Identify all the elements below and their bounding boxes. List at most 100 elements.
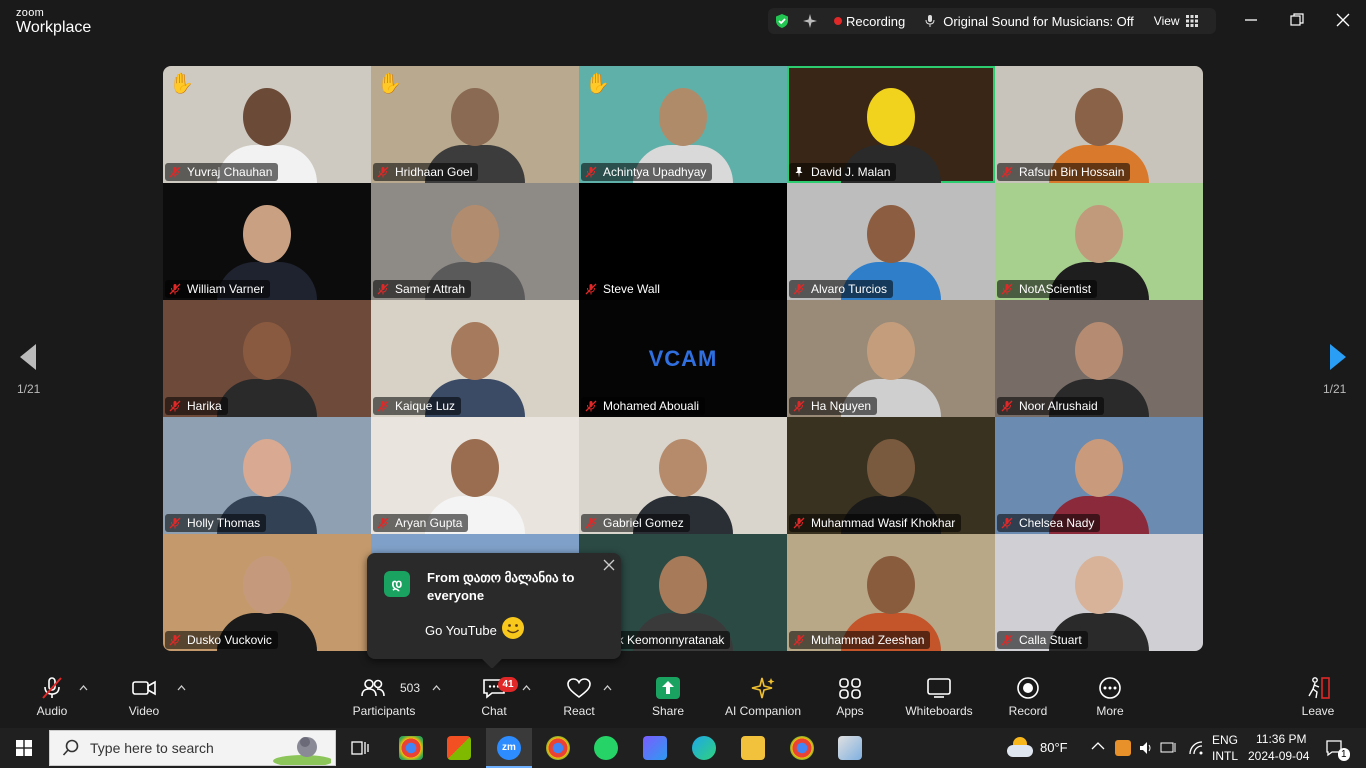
chrome-profile-1-icon[interactable] — [399, 736, 423, 760]
participant-tile[interactable]: Kaique Luz — [371, 300, 579, 417]
participant-tile[interactable]: VCAM Mohamed Abouali — [579, 300, 787, 417]
microsoft-store-icon[interactable] — [447, 736, 471, 760]
ai-companion-button[interactable]: AI Companion — [722, 676, 804, 718]
edge-icon[interactable] — [692, 736, 716, 760]
participant-tile[interactable]: ✋ Yuvraj Chauhan — [163, 66, 371, 183]
apps-button[interactable]: Apps — [834, 676, 866, 718]
participant-name-tag: Samer Attrah — [373, 280, 472, 298]
wifi-icon[interactable] — [1188, 740, 1204, 756]
participant-tile[interactable]: David J. Malan — [787, 66, 995, 183]
participants-count: 503 — [400, 681, 421, 695]
copilot-icon[interactable] — [643, 736, 667, 760]
shield-icon[interactable] — [774, 13, 790, 29]
participant-tile[interactable]: Noor Alrushaid — [995, 300, 1203, 417]
audio-button[interactable]: Audio — [34, 676, 70, 718]
participants-options-chevron-icon[interactable] — [432, 685, 441, 691]
clock-date[interactable]: 2024-09-04 — [1248, 749, 1309, 763]
language-code[interactable]: ENG — [1212, 733, 1238, 747]
next-page-icon[interactable] — [1328, 342, 1348, 372]
zoom-taskbar-button[interactable]: zm — [486, 728, 532, 768]
participant-name-tag: Steve Wall — [581, 280, 666, 298]
file-explorer-icon[interactable] — [741, 736, 765, 760]
participant-tile[interactable]: Alvaro Turcios — [787, 183, 995, 300]
participant-tile[interactable]: Ha Nguyen — [787, 300, 995, 417]
previous-page-icon[interactable] — [18, 342, 38, 372]
participant-tile[interactable]: ✋ Achintya Upadhyay — [579, 66, 787, 183]
keyboard-layout[interactable]: INTL — [1212, 749, 1238, 763]
more-button[interactable]: More — [1094, 676, 1126, 718]
leave-button[interactable]: Leave — [1300, 676, 1336, 718]
react-button[interactable]: React — [562, 676, 596, 718]
video-button[interactable]: Video — [126, 676, 162, 718]
participant-name-tag: David J. Malan — [789, 163, 897, 181]
spotlight-pin-icon — [793, 166, 811, 178]
participant-tile[interactable]: Muhammad Zeeshan — [787, 534, 995, 651]
participant-name-tag: Chelsea Nady — [997, 514, 1101, 532]
record-button[interactable]: Record — [1007, 676, 1049, 718]
weather-temperature[interactable]: 80°F — [1040, 740, 1068, 755]
heart-icon — [567, 678, 591, 699]
video-grid: ✋ Yuvraj Chauhan ✋ Hridhaan Goel ✋ Achintya U… — [163, 66, 1203, 651]
participant-video-face — [451, 439, 499, 497]
participant-video-face — [1075, 205, 1123, 263]
participant-tile[interactable]: ✋ Hridhaan Goel — [371, 66, 579, 183]
recording-label[interactable]: Recording — [846, 14, 905, 29]
participant-video-face — [867, 322, 915, 380]
show-hidden-icons-chevron-icon[interactable] — [1091, 741, 1105, 751]
taskbar-search-box[interactable]: Type here to search — [49, 730, 336, 766]
participant-tile[interactable]: NotAScientist — [995, 183, 1203, 300]
meeting-status-bar: Recording Original Sound for Musicians: … — [768, 8, 1216, 34]
original-sound-toggle[interactable]: Original Sound for Musicians: Off — [943, 14, 1134, 29]
close-icon[interactable] — [1335, 12, 1351, 28]
muted-mic-icon — [793, 400, 811, 412]
participant-tile[interactable]: Holly Thomas — [163, 417, 371, 534]
participant-tile[interactable]: Dusko Vuckovic — [163, 534, 371, 651]
participant-tile[interactable]: Harika — [163, 300, 371, 417]
chrome-profile-2-icon[interactable] — [790, 736, 814, 760]
chat-options-chevron-icon[interactable] — [522, 685, 531, 691]
participant-tile[interactable]: Steve Wall — [579, 183, 787, 300]
whiteboards-button[interactable]: Whiteboards — [903, 676, 975, 718]
audio-options-chevron-icon[interactable] — [79, 685, 88, 691]
gorilla-search-highlight-icon — [273, 737, 331, 765]
minimize-icon[interactable] — [1243, 12, 1259, 28]
participant-tile[interactable]: Gabriel Gomez — [579, 417, 787, 534]
whiteboard-icon — [927, 678, 951, 698]
speaker-icon[interactable] — [1138, 740, 1154, 756]
participant-tile[interactable]: Samer Attrah — [371, 183, 579, 300]
view-button[interactable]: View — [1154, 14, 1180, 28]
grid-view-icon[interactable] — [1185, 15, 1198, 27]
chat-notification-popup[interactable]: დ From დათო მალანია to everyone Go YouTu… — [367, 553, 621, 669]
tray-app-icon[interactable] — [1115, 740, 1131, 756]
popup-close-icon[interactable] — [603, 559, 615, 571]
participant-tile[interactable]: Muhammad Wasif Khokhar — [787, 417, 995, 534]
record-label: Record — [1008, 704, 1048, 718]
chrome-icon[interactable] — [546, 736, 570, 760]
weather-icon[interactable] — [1007, 735, 1035, 759]
participant-video-face — [1075, 322, 1123, 380]
clock-time[interactable]: 11:36 PM — [1256, 732, 1306, 746]
muted-mic-icon — [585, 283, 603, 295]
whatsapp-icon[interactable] — [594, 736, 618, 760]
ai-sparkle-icon[interactable] — [802, 13, 818, 29]
participant-tile[interactable]: Chelsea Nady — [995, 417, 1203, 534]
apps-icon — [839, 678, 861, 699]
participant-name-tag: Muhammad Zeeshan — [789, 631, 931, 649]
participant-tile[interactable]: William Varner — [163, 183, 371, 300]
participant-video-face — [659, 556, 707, 614]
network-icon[interactable] — [1160, 740, 1178, 756]
share-button[interactable]: Share — [650, 676, 686, 718]
participant-name: Gabriel Gomez — [603, 516, 684, 530]
participant-name-tag: Rafsun Bin Hossain — [997, 163, 1131, 181]
whiteboards-label: Whiteboards — [905, 704, 973, 718]
paint-icon[interactable] — [838, 736, 862, 760]
participant-tile[interactable]: Calla Stuart — [995, 534, 1203, 651]
windows-start-icon[interactable] — [16, 740, 32, 756]
participant-tile[interactable]: Rafsun Bin Hossain — [995, 66, 1203, 183]
participant-tile[interactable]: Aryan Gupta — [371, 417, 579, 534]
participant-name: Yuvraj Chauhan — [187, 165, 273, 179]
restore-icon[interactable] — [1289, 12, 1305, 28]
react-options-chevron-icon[interactable] — [603, 685, 612, 691]
task-view-icon[interactable] — [351, 739, 369, 757]
video-options-chevron-icon[interactable] — [177, 685, 186, 691]
